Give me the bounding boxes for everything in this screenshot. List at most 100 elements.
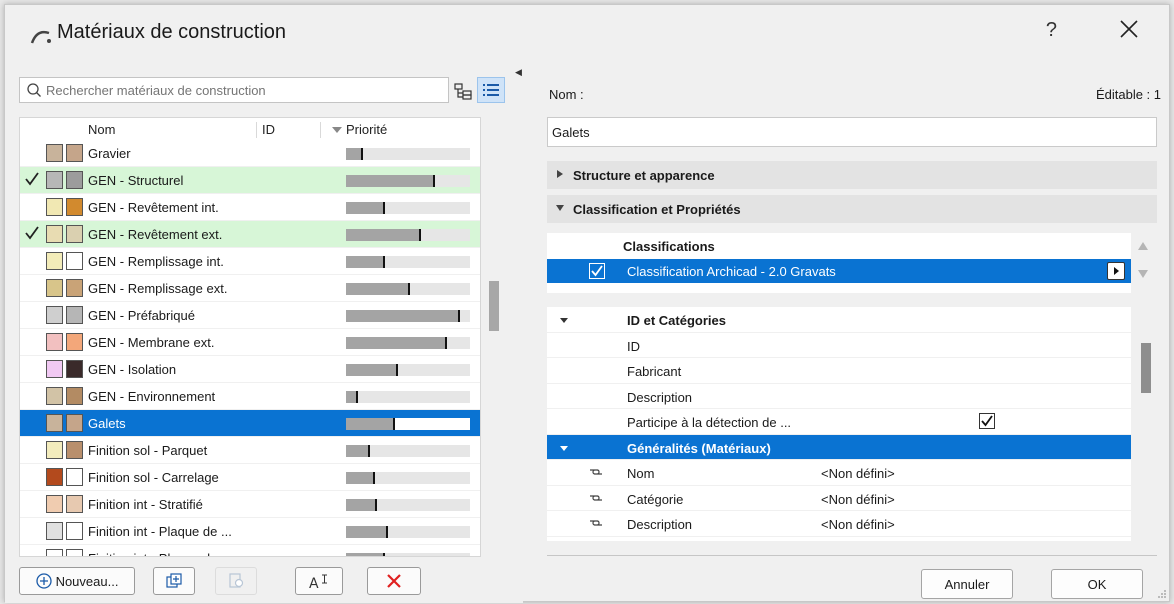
- divider: [547, 555, 1157, 556]
- cancel-button[interactable]: Annuler: [921, 569, 1013, 599]
- list-scrollbar-thumb[interactable]: [489, 281, 499, 331]
- column-header-name[interactable]: Nom: [88, 122, 115, 137]
- property-label: ID: [627, 338, 640, 354]
- priority-fill: [346, 283, 408, 295]
- duplicate-button[interactable]: [153, 567, 195, 595]
- property-group-general[interactable]: Généralités (Matériaux): [547, 434, 1131, 460]
- import-button[interactable]: [215, 567, 257, 595]
- resize-grip-icon[interactable]: [1157, 589, 1167, 599]
- table-row[interactable]: Finition sol - Carrelage: [20, 464, 480, 491]
- fill-swatch: [46, 306, 63, 324]
- surface-swatch: [66, 441, 83, 459]
- property-row-manufacturer[interactable]: Fabricant: [547, 358, 1131, 384]
- window-title: Matériaux de construction: [57, 21, 287, 43]
- dialog-window: Matériaux de construction ? ◀: [4, 4, 1170, 603]
- new-material-button[interactable]: Nouveau...: [19, 567, 135, 595]
- property-row-description[interactable]: Description: [547, 384, 1131, 409]
- table-row[interactable]: GEN - Préfabriqué: [20, 302, 480, 329]
- priority-bar[interactable]: [346, 445, 470, 457]
- classification-text: Classification Archicad - 2.0 Gravats: [627, 264, 836, 279]
- delete-button[interactable]: [367, 567, 421, 595]
- priority-bar[interactable]: [346, 202, 470, 214]
- column-header-priority[interactable]: Priorité: [346, 122, 387, 137]
- priority-bar[interactable]: [346, 526, 470, 538]
- table-row[interactable]: GEN - Isolation: [20, 356, 480, 383]
- list-view-button[interactable]: [477, 77, 505, 103]
- table-row[interactable]: GEN - Environnement: [20, 383, 480, 410]
- table-row[interactable]: GEN - Structurel: [20, 167, 480, 194]
- table-row[interactable]: Finition int - Stratifié: [20, 491, 480, 518]
- priority-bar[interactable]: [346, 499, 470, 511]
- close-icon[interactable]: [1117, 17, 1141, 41]
- material-name: GEN - Revêtement int.: [88, 200, 219, 215]
- classification-menu-button[interactable]: [1107, 262, 1125, 280]
- priority-marker: [383, 256, 385, 268]
- priority-bar[interactable]: [346, 391, 470, 403]
- fill-swatch: [46, 441, 63, 459]
- priority-bar[interactable]: [346, 310, 470, 322]
- priority-marker: [361, 148, 363, 160]
- material-name: GEN - Remplissage ext.: [88, 281, 228, 296]
- rename-button[interactable]: A: [295, 567, 343, 595]
- property-row-detection[interactable]: Participe à la détection de ...: [547, 409, 1131, 435]
- detection-checkbox[interactable]: [979, 413, 995, 429]
- priority-marker: [356, 391, 358, 403]
- property-row-gen-description[interactable]: Description <Non défini>: [547, 511, 1131, 537]
- section-structure-appearance[interactable]: Structure et apparence: [547, 161, 1157, 189]
- priority-fill: [346, 310, 458, 322]
- priority-bar[interactable]: [346, 553, 470, 556]
- fill-swatch: [46, 468, 63, 486]
- name-field[interactable]: [547, 117, 1157, 147]
- list-view-icon: [483, 84, 499, 96]
- collapse-pane-icon[interactable]: ◀: [515, 67, 522, 78]
- priority-bar[interactable]: [346, 229, 470, 241]
- list-toolbar: Nouveau... A: [19, 567, 499, 597]
- classification-row[interactable]: Classification Archicad - 2.0 Gravats: [547, 259, 1131, 283]
- priority-bar[interactable]: [346, 283, 470, 295]
- column-header-id[interactable]: ID: [262, 122, 275, 137]
- sort-descending-icon: [332, 127, 342, 133]
- svg-text:A: A: [309, 576, 319, 590]
- section-classification-properties[interactable]: Classification et Propriétés: [547, 195, 1157, 223]
- table-row[interactable]: Finition int - Plaque de ...: [20, 545, 480, 556]
- property-label: Participe à la détection de ...: [627, 415, 792, 430]
- priority-bar[interactable]: [346, 175, 470, 187]
- search-input[interactable]: [46, 81, 442, 99]
- table-row[interactable]: GEN - Revêtement ext.: [20, 221, 480, 248]
- property-group-id-categories[interactable]: ID et Catégories: [547, 307, 1131, 333]
- table-row[interactable]: Gravier: [20, 140, 480, 167]
- editable-count: Éditable : 1: [1095, 87, 1161, 102]
- move-down-icon[interactable]: [1137, 269, 1149, 279]
- priority-bar[interactable]: [346, 364, 470, 376]
- table-row[interactable]: Finition sol - Parquet: [20, 437, 480, 464]
- tree-view-icon[interactable]: [453, 81, 473, 101]
- property-row-gen-name[interactable]: Nom <Non défini>: [547, 460, 1131, 486]
- priority-marker: [368, 445, 370, 457]
- property-row-id[interactable]: ID: [547, 333, 1131, 358]
- priority-bar[interactable]: [346, 148, 470, 160]
- table-row[interactable]: Galets: [20, 410, 480, 437]
- table-row[interactable]: GEN - Revêtement int.: [20, 194, 480, 221]
- search-box[interactable]: [19, 77, 449, 103]
- material-name: GEN - Isolation: [88, 362, 177, 377]
- ok-button[interactable]: OK: [1051, 569, 1143, 599]
- move-up-icon[interactable]: [1137, 241, 1149, 251]
- surface-swatch: [66, 198, 83, 216]
- table-row[interactable]: GEN - Remplissage ext.: [20, 275, 480, 302]
- table-row[interactable]: Finition int - Plaque de ...: [20, 518, 480, 545]
- priority-bar[interactable]: [346, 337, 470, 349]
- table-row[interactable]: GEN - Membrane ext.: [20, 329, 480, 356]
- help-button[interactable]: ?: [1046, 19, 1057, 42]
- priority-bar[interactable]: [346, 472, 470, 484]
- priority-bar[interactable]: [346, 418, 470, 430]
- properties-scrollbar-thumb[interactable]: [1141, 343, 1151, 393]
- priority-bar[interactable]: [346, 256, 470, 268]
- materials-table: Nom ID Priorité Gravier GEN - Structurel G…: [19, 117, 481, 557]
- property-row-gen-category[interactable]: Catégorie <Non défini>: [547, 486, 1131, 511]
- priority-fill: [346, 499, 375, 511]
- title-bar: Matériaux de construction ?: [5, 5, 1169, 61]
- priority-marker: [433, 175, 435, 187]
- classification-checkbox[interactable]: [589, 263, 605, 279]
- property-value: <Non défini>: [821, 517, 895, 532]
- table-row[interactable]: GEN - Remplissage int.: [20, 248, 480, 275]
